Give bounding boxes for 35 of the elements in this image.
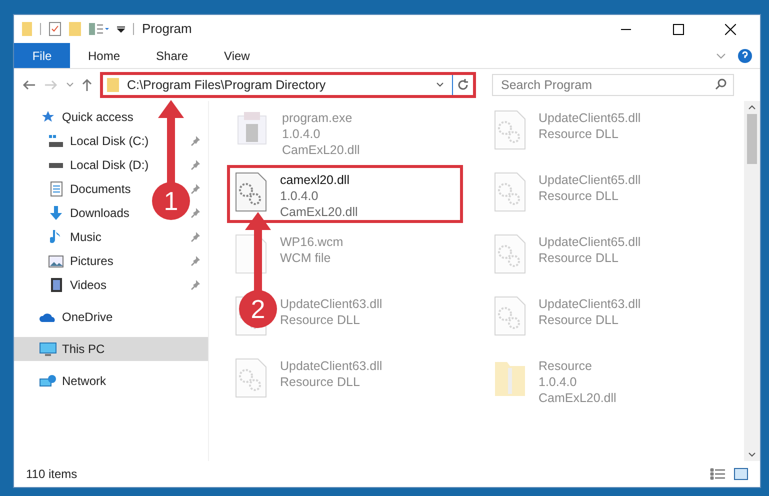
file-detail: CamExL20.dll bbox=[538, 390, 616, 406]
sidebar-label[interactable]: This PC bbox=[62, 340, 105, 358]
file-detail: 1.0.4.0 bbox=[538, 374, 578, 390]
file-detail: Resource DLL bbox=[538, 126, 620, 142]
window-title: Program bbox=[142, 20, 192, 38]
file-detail: CamExL20.dll bbox=[282, 142, 360, 158]
file-detail: CamExL20.dll bbox=[280, 204, 358, 220]
ribbon-tab[interactable]: Home bbox=[70, 43, 138, 68]
ribbon-tab[interactable]: File bbox=[14, 43, 70, 68]
search-field[interactable]: Search Program bbox=[492, 74, 734, 96]
sidebar-label[interactable]: OneDrive bbox=[62, 308, 113, 326]
sidebar-label[interactable]: Local Disk (D:) bbox=[70, 156, 149, 174]
ribbon-tab[interactable]: View bbox=[206, 43, 268, 68]
file-detail: Resource DLL bbox=[538, 188, 620, 204]
file-detail: 1.0.4.0 bbox=[282, 126, 322, 142]
sidebar-label[interactable]: Videos bbox=[70, 276, 106, 294]
address-bar[interactable]: C:\Program Files\Program Directory bbox=[100, 72, 476, 98]
file-detail: Resource DLL bbox=[538, 250, 620, 266]
file-detail: Resource DLL bbox=[280, 374, 361, 390]
item-count: 110 items bbox=[26, 466, 78, 483]
file-detail: Resource DLL bbox=[538, 312, 620, 328]
sidebar-label[interactable]: Quick access bbox=[62, 108, 134, 126]
sidebar-item[interactable]: This PC bbox=[14, 337, 208, 361]
sidebar-label[interactable]: Documents bbox=[70, 180, 131, 198]
file-detail: Resource DLL bbox=[280, 312, 361, 328]
sidebar-label[interactable]: Downloads bbox=[70, 204, 130, 222]
ribbon-tab[interactable]: Share bbox=[138, 43, 206, 68]
address-path: C:\Program Files\Program Directory bbox=[127, 76, 327, 94]
file-detail: WCM file bbox=[280, 250, 332, 266]
sidebar-label[interactable]: Network bbox=[62, 372, 106, 390]
file-name[interactable]: camexl20.dll bbox=[280, 172, 358, 188]
sidebar-label[interactable]: Local Disk (C:) bbox=[70, 132, 149, 150]
sidebar-label[interactable]: Pictures bbox=[70, 252, 114, 270]
sidebar-label[interactable]: Music bbox=[70, 228, 102, 246]
file-detail: 1.0.4.0 bbox=[280, 188, 320, 204]
